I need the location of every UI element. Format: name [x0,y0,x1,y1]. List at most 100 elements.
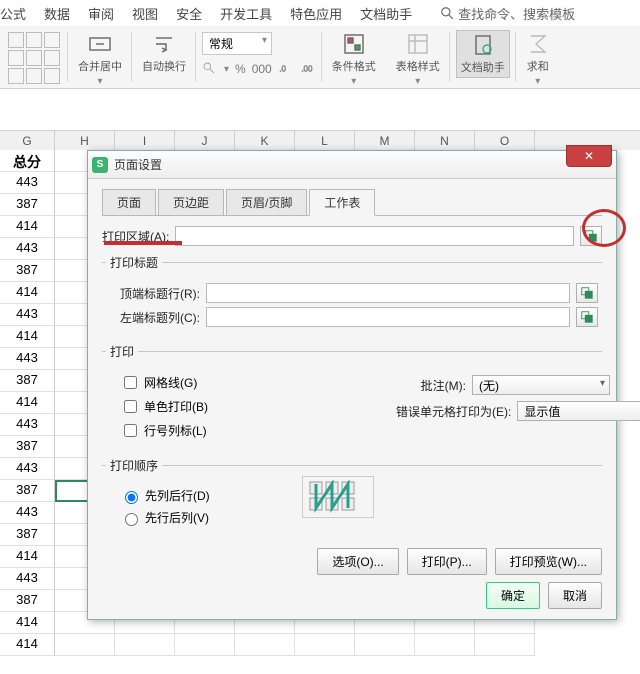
value-cell[interactable]: 443 [0,238,55,260]
tab-data[interactable]: 数据 [44,4,70,23]
wrap-text-button[interactable]: 自动换行 [138,30,190,76]
col-N[interactable]: N [415,131,475,150]
conditional-format-button[interactable]: 条件格式▾ [328,30,380,89]
options-button[interactable]: 选项(O)... [317,548,398,575]
dialog-titlebar[interactable]: S 页面设置 ✕ [88,151,616,179]
tab-security[interactable]: 安全 [176,4,202,23]
col-I[interactable]: I [115,131,175,150]
value-cell[interactable]: 414 [0,612,55,634]
tab-formulas[interactable]: 公式 [0,4,26,23]
gridlines-checkbox[interactable] [124,376,137,389]
print-button[interactable]: 打印(P)... [407,548,487,575]
col-G[interactable]: G [0,131,55,150]
tab-review[interactable]: 审阅 [88,4,114,23]
table-style-button[interactable]: 表格样式▾ [392,30,444,89]
value-cell[interactable]: 414 [0,326,55,348]
tab-page[interactable]: 页面 [102,189,156,215]
order-down-radio[interactable] [125,491,138,504]
value-cell[interactable]: 443 [0,568,55,590]
tab-view[interactable]: 视图 [132,4,158,23]
merge-center-button[interactable]: 合并居中▾ [74,30,126,89]
value-cell[interactable]: 414 [0,634,55,656]
value-cell[interactable]: 387 [0,194,55,216]
left-col-range-button[interactable] [576,307,598,327]
tab-headerfooter[interactable]: 页眉/页脚 [226,189,307,215]
value-cell[interactable]: 414 [0,216,55,238]
left-col-label: 左端标题列(C): [120,309,200,326]
value-cell[interactable]: 443 [0,304,55,326]
value-cell[interactable]: 387 [0,436,55,458]
ribbon-tabs: 公式 数据 审阅 视图 安全 开发工具 特色应用 文档助手 查找命令、搜索模板 [0,0,640,26]
number-format-combo[interactable]: 常规 [202,32,272,55]
top-row-range-button[interactable] [576,283,598,303]
print-titles-legend: 打印标题 [106,254,162,271]
tab-dochelper[interactable]: 文档助手 [360,4,412,23]
value-cell[interactable]: 387 [0,590,55,612]
cell[interactable] [55,634,115,656]
cancel-button[interactable]: 取消 [548,582,602,609]
print-titles-fieldset: 打印标题 顶端标题行(R): 左端标题列(C): [102,254,602,335]
gridlines-label: 网格线(G) [144,374,197,391]
indent-buttons[interactable] [6,30,62,86]
dialog-title: 页面设置 [114,156,162,173]
value-cell[interactable]: 443 [0,172,55,194]
order-down-label: 先列后行(D) [145,487,210,504]
col-J[interactable]: J [175,131,235,150]
value-cell[interactable]: 443 [0,502,55,524]
doc-helper-button[interactable]: 文档助手 [456,30,510,78]
number-format-icons[interactable]: ▾ % 000 .0 .00 [202,61,316,77]
col-O[interactable]: O [475,131,535,150]
print-area-range-button[interactable] [580,226,602,246]
value-cell[interactable]: 443 [0,348,55,370]
comments-select[interactable]: (无) [472,375,610,395]
search-box[interactable]: 查找命令、搜索模板 [440,4,575,23]
cell[interactable] [235,634,295,656]
annotation-underline [104,241,182,245]
top-row-input[interactable] [206,283,570,303]
print-area-input[interactable] [175,226,574,246]
cell[interactable] [175,634,235,656]
rowcol-checkbox[interactable] [124,424,137,437]
tab-dev[interactable]: 开发工具 [220,4,272,23]
col-L[interactable]: L [295,131,355,150]
value-cell[interactable]: 414 [0,392,55,414]
top-row-label: 顶端标题行(R): [120,285,200,302]
svg-text:.00: .00 [301,65,313,74]
col-H[interactable]: H [55,131,115,150]
print-preview-button[interactable]: 打印预览(W)... [495,548,602,575]
value-cell[interactable]: 387 [0,370,55,392]
mono-checkbox[interactable] [124,400,137,413]
cell[interactable] [115,634,175,656]
value-cell[interactable]: 443 [0,414,55,436]
value-cell[interactable]: 414 [0,546,55,568]
cell[interactable] [355,634,415,656]
col-K[interactable]: K [235,131,295,150]
column-headers[interactable]: G H I J K L M N O [0,130,640,150]
cell[interactable] [415,634,475,656]
col-M[interactable]: M [355,131,415,150]
left-col-input[interactable] [206,307,570,327]
sum-button[interactable]: 求和▾ [522,30,554,89]
order-legend: 打印顺序 [106,457,162,474]
cell[interactable] [295,634,355,656]
close-button[interactable]: ✕ [566,145,612,167]
print-order-fieldset: 打印顺序 先列后行(D) 先行后列(V) [102,457,602,521]
cell[interactable] [475,634,535,656]
order-over-radio[interactable] [125,513,138,526]
search-icon [440,6,454,20]
header-cell[interactable]: 总分 [0,150,55,172]
tab-sheet[interactable]: 工作表 [309,189,375,216]
value-cell[interactable]: 387 [0,480,55,502]
ribbon-toolbar: 合并居中▾ 自动换行 常规 ▾ % 000 .0 .00 条件格式▾ 表格样式▾ [0,26,640,89]
tab-special[interactable]: 特色应用 [290,4,342,23]
print-legend: 打印 [106,343,138,360]
search-placeholder: 查找命令、搜索模板 [458,4,575,23]
value-cell[interactable]: 387 [0,524,55,546]
value-cell[interactable]: 387 [0,260,55,282]
value-cell[interactable]: 443 [0,458,55,480]
value-cell[interactable]: 414 [0,282,55,304]
errors-select[interactable]: 显示值 [517,401,640,421]
ok-button[interactable]: 确定 [486,582,540,609]
tab-margins[interactable]: 页边距 [158,189,224,215]
page-setup-dialog: S 页面设置 ✕ 页面 页边距 页眉/页脚 工作表 打印区域(A): 打印标题 … [87,150,617,620]
